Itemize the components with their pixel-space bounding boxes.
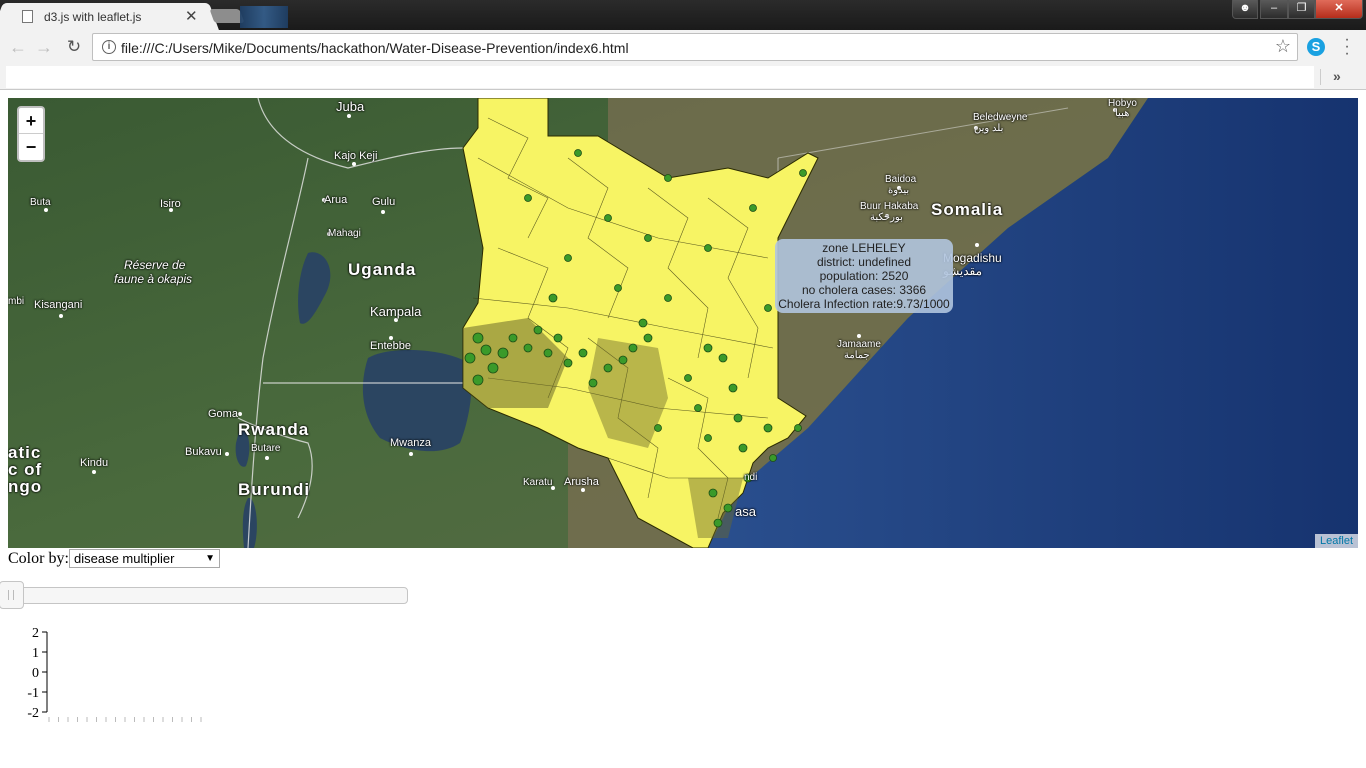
leaflet-map[interactable]: + − Juba Kajo Keji Arua Gulu Mahagi Buta…	[8, 98, 1358, 548]
label-jamaame-ar: جمامة	[844, 350, 870, 361]
label-kindu: Kindu	[80, 457, 109, 469]
y-axis: 2 1 0 -1 -2	[27, 626, 48, 721]
label-asa: asa	[735, 504, 756, 519]
close-window-button[interactable]: ✕	[1315, 0, 1363, 19]
color-by-label: Color by:	[8, 550, 69, 567]
zoom-out-button[interactable]: −	[19, 134, 43, 160]
y-tick-label: 1	[32, 646, 39, 661]
skype-extension-icon[interactable]: S	[1307, 38, 1325, 56]
label-hobyo-ar: هبيا	[1115, 108, 1130, 119]
zoom-control: + −	[17, 106, 45, 162]
label-reserve-line2: faune à okapis	[114, 272, 193, 286]
x-axis-ticks	[48, 717, 202, 722]
color-by-selected-value: disease multiplier	[74, 551, 175, 566]
zoom-in-button[interactable]: +	[19, 108, 43, 134]
label-ngo: ngo	[8, 477, 43, 496]
bookmarks-divider	[1320, 69, 1321, 85]
label-karatu: Karatu	[523, 477, 553, 488]
tooltip-infection-rate: Cholera Infection rate:9.73/1000	[778, 297, 950, 311]
bookmarks-bar: »	[0, 64, 1366, 90]
label-juba: Juba	[336, 99, 365, 114]
label-arua: Arua	[324, 194, 348, 206]
label-kampala: Kampala	[370, 304, 422, 319]
tab-title: d3.js with leaflet.js	[44, 10, 142, 24]
user-icon[interactable]: ☻	[1232, 0, 1258, 19]
y-tick-label: 2	[32, 626, 39, 641]
time-slider-handle[interactable]	[0, 581, 24, 609]
label-uganda: Uganda	[348, 260, 417, 279]
label-mwanza: Mwanza	[390, 437, 431, 449]
label-entebbe: Entebbe	[370, 340, 411, 352]
zone-tooltip: zone LEHELEY district: undefined populat…	[775, 239, 953, 313]
label-gulu: Gulu	[372, 196, 396, 208]
color-by-select[interactable]: disease multiplier ▼	[69, 549, 220, 568]
label-kajo-keji: Kajo Keji	[334, 150, 378, 162]
browser-titlebar: d3.js with leaflet.js ✕ ☻ – ❐ ✕	[0, 0, 1366, 30]
reload-icon[interactable]: ↻	[63, 36, 85, 58]
label-beledweyne: Beledweyne	[973, 112, 1028, 123]
page-icon	[22, 10, 33, 23]
bookmark-star-icon[interactable]: ☆	[1275, 36, 1291, 57]
y-tick-label: 0	[32, 666, 39, 681]
label-kisangani: Kisangani	[34, 299, 83, 311]
leaflet-attribution-link[interactable]: Leaflet	[1314, 534, 1358, 548]
forward-arrow-icon[interactable]: →	[33, 36, 55, 58]
url-text[interactable]: file:///C:/Users/Mike/Documents/hackatho…	[121, 40, 629, 56]
browser-tab[interactable]: d3.js with leaflet.js ✕	[4, 3, 208, 30]
label-bukavu: Bukavu	[185, 446, 222, 458]
label-burundi: Burundi	[238, 480, 311, 499]
y-tick-label: -1	[27, 686, 39, 701]
disease-chart: 2 1 0 -1 -2	[27, 626, 202, 722]
label-mbi: mbi	[8, 296, 25, 307]
label-goma: Goma	[208, 408, 238, 420]
label-ndi: ndi	[744, 472, 758, 483]
label-butare: Butare	[251, 443, 281, 454]
label-rwanda: Rwanda	[238, 420, 310, 439]
label-jamaame: Jamaame	[837, 339, 881, 350]
taskbar-thumbnail	[240, 6, 288, 28]
dropdown-arrow-icon: ▼	[205, 553, 215, 564]
address-bar[interactable]: i file:///C:/Users/Mike/Documents/hackat…	[92, 33, 1298, 61]
label-somalia: Somalia	[931, 200, 1004, 219]
label-beledweyne-ar: بلد وين	[974, 123, 1004, 134]
chrome-menu-icon[interactable]: · · ·	[1340, 32, 1354, 62]
satellite-basemap	[8, 98, 1358, 548]
time-slider-track[interactable]	[0, 587, 408, 604]
close-tab-icon[interactable]: ✕	[185, 7, 198, 25]
bookmarks-area	[6, 66, 1314, 88]
tooltip-cases: no cholera cases: 3366	[801, 283, 927, 297]
tooltip-zone: zone LEHELEY	[822, 241, 906, 255]
label-reserve-line1: Réserve de	[124, 258, 186, 272]
more-bookmarks-icon[interactable]: »	[1333, 68, 1341, 84]
y-tick-label: -2	[27, 706, 39, 721]
maximize-button[interactable]: ❐	[1288, 0, 1315, 19]
label-baidoa-ar: بيدوة	[888, 185, 910, 196]
tooltip-district: district: undefined	[816, 255, 912, 269]
info-icon[interactable]: i	[102, 40, 116, 54]
label-arusha: Arusha	[564, 476, 599, 488]
minimize-button[interactable]: –	[1260, 0, 1288, 19]
label-mahagi: Mahagi	[328, 228, 361, 239]
label-buur-hakaba: Buur Hakaba	[860, 201, 919, 212]
back-arrow-icon[interactable]: ←	[7, 36, 29, 58]
label-buta: Buta	[30, 197, 51, 208]
label-baidoa: Baidoa	[885, 174, 917, 185]
browser-toolbar: ← → ↻ i file:///C:/Users/Mike/Documents/…	[0, 30, 1366, 64]
label-buur-hakaba-ar: بورحكبة	[870, 212, 903, 223]
tooltip-population: population: 2520	[819, 269, 909, 283]
label-isiro: Isiro	[160, 198, 181, 210]
